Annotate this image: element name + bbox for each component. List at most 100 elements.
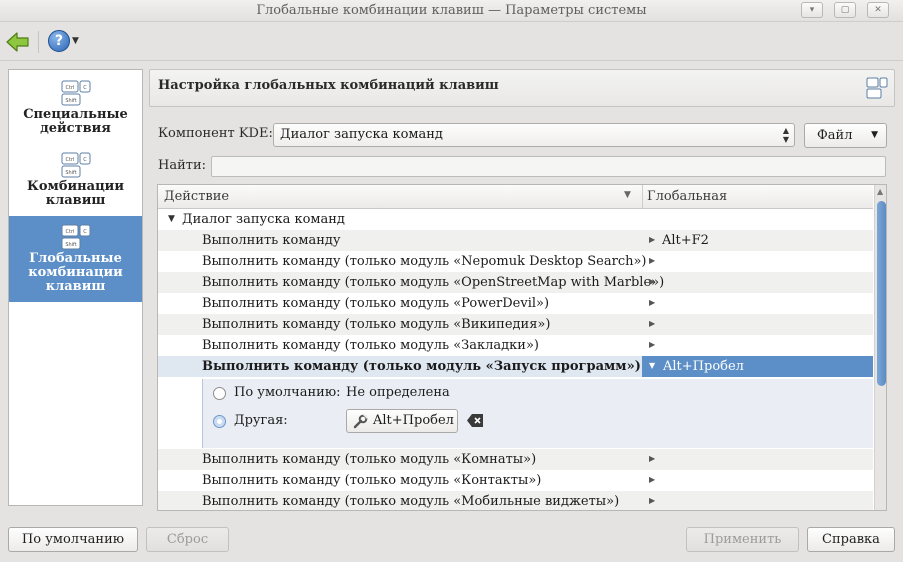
keyboard-icon: Ctrl C Shift (61, 224, 90, 250)
apply-button[interactable]: Применить (686, 527, 799, 552)
sort-arrow-icon: ▼ (624, 190, 631, 200)
key-label: Ctrl (65, 229, 74, 235)
keyboard-icon: Ctrl C Shift (61, 152, 90, 178)
shortcut-capture-button[interactable]: Alt+Пробел (346, 409, 458, 433)
back-arrow-icon (6, 32, 29, 52)
table-row[interactable]: Выполнить команду ▶ Alt+F2 (158, 230, 873, 251)
sidebar-item-label: Специальные (23, 107, 128, 122)
column-separator (642, 185, 643, 209)
toolbar: ? ▼ (0, 23, 903, 61)
help-button[interactable]: Справка (807, 527, 895, 552)
key-label: C (83, 229, 87, 235)
expand-arrow-icon[interactable]: ▶ (649, 235, 655, 244)
table-row[interactable]: Выполнить команду (только модуль «OpenSt… (158, 272, 873, 293)
component-label: Компонент KDE: (158, 126, 273, 141)
custom-label: Другая: (234, 413, 288, 428)
default-radio[interactable] (213, 387, 226, 400)
sidebar-item-label: клавиш (45, 193, 106, 208)
table-row-selected[interactable]: Выполнить команду (только модуль «Запуск… (158, 356, 873, 377)
window-title: Глобальные комбинации клавиш — Параметры… (256, 3, 647, 18)
reset-button[interactable]: Сброс (146, 527, 229, 552)
sidebar-item-label: Комбинации (27, 179, 124, 194)
file-menu-button[interactable]: Файл ▼ (804, 123, 887, 148)
sidebar-item-label: комбинации (28, 265, 123, 280)
dropdown-arrow-icon: ▼ (871, 130, 878, 140)
clear-shortcut-icon[interactable] (466, 412, 485, 429)
custom-radio[interactable] (213, 415, 226, 428)
expand-arrow-icon[interactable]: ▶ (649, 496, 655, 505)
column-header-global[interactable]: Глобальная (647, 189, 727, 204)
key-label: Shift (65, 242, 76, 248)
action-name: Выполнить команду (202, 233, 341, 248)
toolbar-separator (38, 31, 39, 53)
sidebar-item-label: клавиш (45, 279, 106, 294)
table-row[interactable]: Выполнить команду (только модуль «Мобиль… (158, 491, 873, 510)
action-name: Выполнить команду (только модуль «Википе… (202, 317, 551, 332)
action-name: Выполнить команду (только модуль «Комнат… (202, 452, 537, 467)
action-name: Выполнить команду (только модуль «Контак… (202, 473, 542, 488)
keyboard-icon (866, 77, 888, 99)
expand-arrow-icon[interactable]: ▶ (649, 319, 655, 328)
action-name: Выполнить команду (только модуль «Мобиль… (202, 494, 620, 509)
component-select-value: Диалог запуска команд (280, 127, 443, 142)
vertical-scrollbar[interactable]: ▲ (874, 185, 886, 510)
main-panel: Настройка глобальных комбинаций клавиш К… (149, 69, 895, 511)
keyboard-icon: Ctrl C Shift (61, 80, 90, 106)
table-row[interactable]: Выполнить команду (только модуль «Контак… (158, 470, 873, 491)
maximize-button[interactable]: ▢ (834, 2, 856, 18)
defaults-button[interactable]: По умолчанию (8, 527, 138, 552)
search-label: Найти: (158, 158, 206, 173)
default-value: Не определена (346, 385, 450, 400)
action-name: Выполнить команду (только модуль «PowerD… (202, 296, 550, 311)
window-menu-button[interactable]: ▾ (801, 2, 823, 18)
key-label: C (83, 157, 87, 163)
collapse-arrow-icon[interactable]: ▼ (649, 361, 655, 370)
shortcuts-tree: Действие ▼ Глобальная ▼ Диалог запуска к… (157, 184, 887, 511)
title-bar: Глобальные комбинации клавиш — Параметры… (0, 0, 903, 22)
key-label: Shift (65, 98, 76, 104)
tree-group-row[interactable]: ▼ Диалог запуска команд (158, 209, 873, 230)
scrollbar-handle[interactable] (877, 201, 886, 386)
shortcut-value: Alt+Пробел (663, 359, 744, 374)
expand-arrow-icon[interactable]: ▶ (649, 454, 655, 463)
default-label: По умолчанию: (234, 385, 341, 400)
group-label: Диалог запуска команд (182, 212, 345, 227)
sidebar-item-global-shortcuts[interactable]: Ctrl C Shift Глобальные комбинации клави… (9, 216, 142, 302)
shortcut-capture-label: Alt+Пробел (373, 413, 454, 428)
key-label: Shift (65, 170, 76, 176)
table-row[interactable]: Выполнить команду (только модуль «Википе… (158, 314, 873, 335)
scroll-up-icon[interactable]: ▲ (877, 187, 883, 196)
file-menu-label: Файл (817, 128, 853, 143)
table-row[interactable]: Выполнить команду (только модуль «Nepomu… (158, 251, 873, 272)
sidebar-item-label: Глобальные (29, 251, 122, 266)
tree-header: Действие ▼ Глобальная (158, 185, 873, 209)
sidebar-item-special-actions[interactable]: Ctrl C Shift Специальные действия (9, 80, 142, 148)
table-row[interactable]: Выполнить команду (только модуль «PowerD… (158, 293, 873, 314)
sidebar-item-shortcuts[interactable]: Ctrl C Shift Комбинации клавиш (9, 152, 142, 216)
help-icon: ? (48, 30, 70, 52)
search-input[interactable] (211, 156, 886, 177)
close-button[interactable]: ✕ (867, 2, 889, 18)
component-select[interactable]: Диалог запуска команд ▲ ▼ (273, 123, 795, 147)
expand-arrow-icon[interactable]: ▶ (649, 277, 655, 286)
table-row[interactable]: Выполнить команду (только модуль «Комнат… (158, 449, 873, 470)
back-button[interactable] (5, 29, 31, 55)
help-menu-button[interactable]: ? ▼ (48, 30, 82, 54)
shortcut-value: Alt+F2 (662, 233, 709, 248)
wrench-icon (353, 414, 368, 429)
sidebar-item-label: действия (40, 121, 111, 136)
spin-arrows-icon: ▲ ▼ (782, 126, 789, 144)
action-name: Выполнить команду (только модуль «Запуск… (202, 359, 641, 374)
collapse-arrow-icon[interactable]: ▼ (168, 214, 175, 224)
key-label: Ctrl (65, 85, 74, 91)
key-label: Ctrl (65, 157, 74, 163)
table-row[interactable]: Выполнить команду (только модуль «Заклад… (158, 335, 873, 356)
expand-arrow-icon[interactable]: ▶ (649, 298, 655, 307)
expand-arrow-icon[interactable]: ▶ (649, 475, 655, 484)
action-name: Выполнить команду (только модуль «OpenSt… (202, 275, 665, 290)
panel-header: Настройка глобальных комбинаций клавиш (149, 69, 895, 107)
expand-arrow-icon[interactable]: ▶ (649, 256, 655, 265)
column-header-action[interactable]: Действие (164, 189, 229, 204)
shortcut-editor: По умолчанию: Не определена Другая: Alt+… (202, 379, 873, 448)
expand-arrow-icon[interactable]: ▶ (649, 340, 655, 349)
